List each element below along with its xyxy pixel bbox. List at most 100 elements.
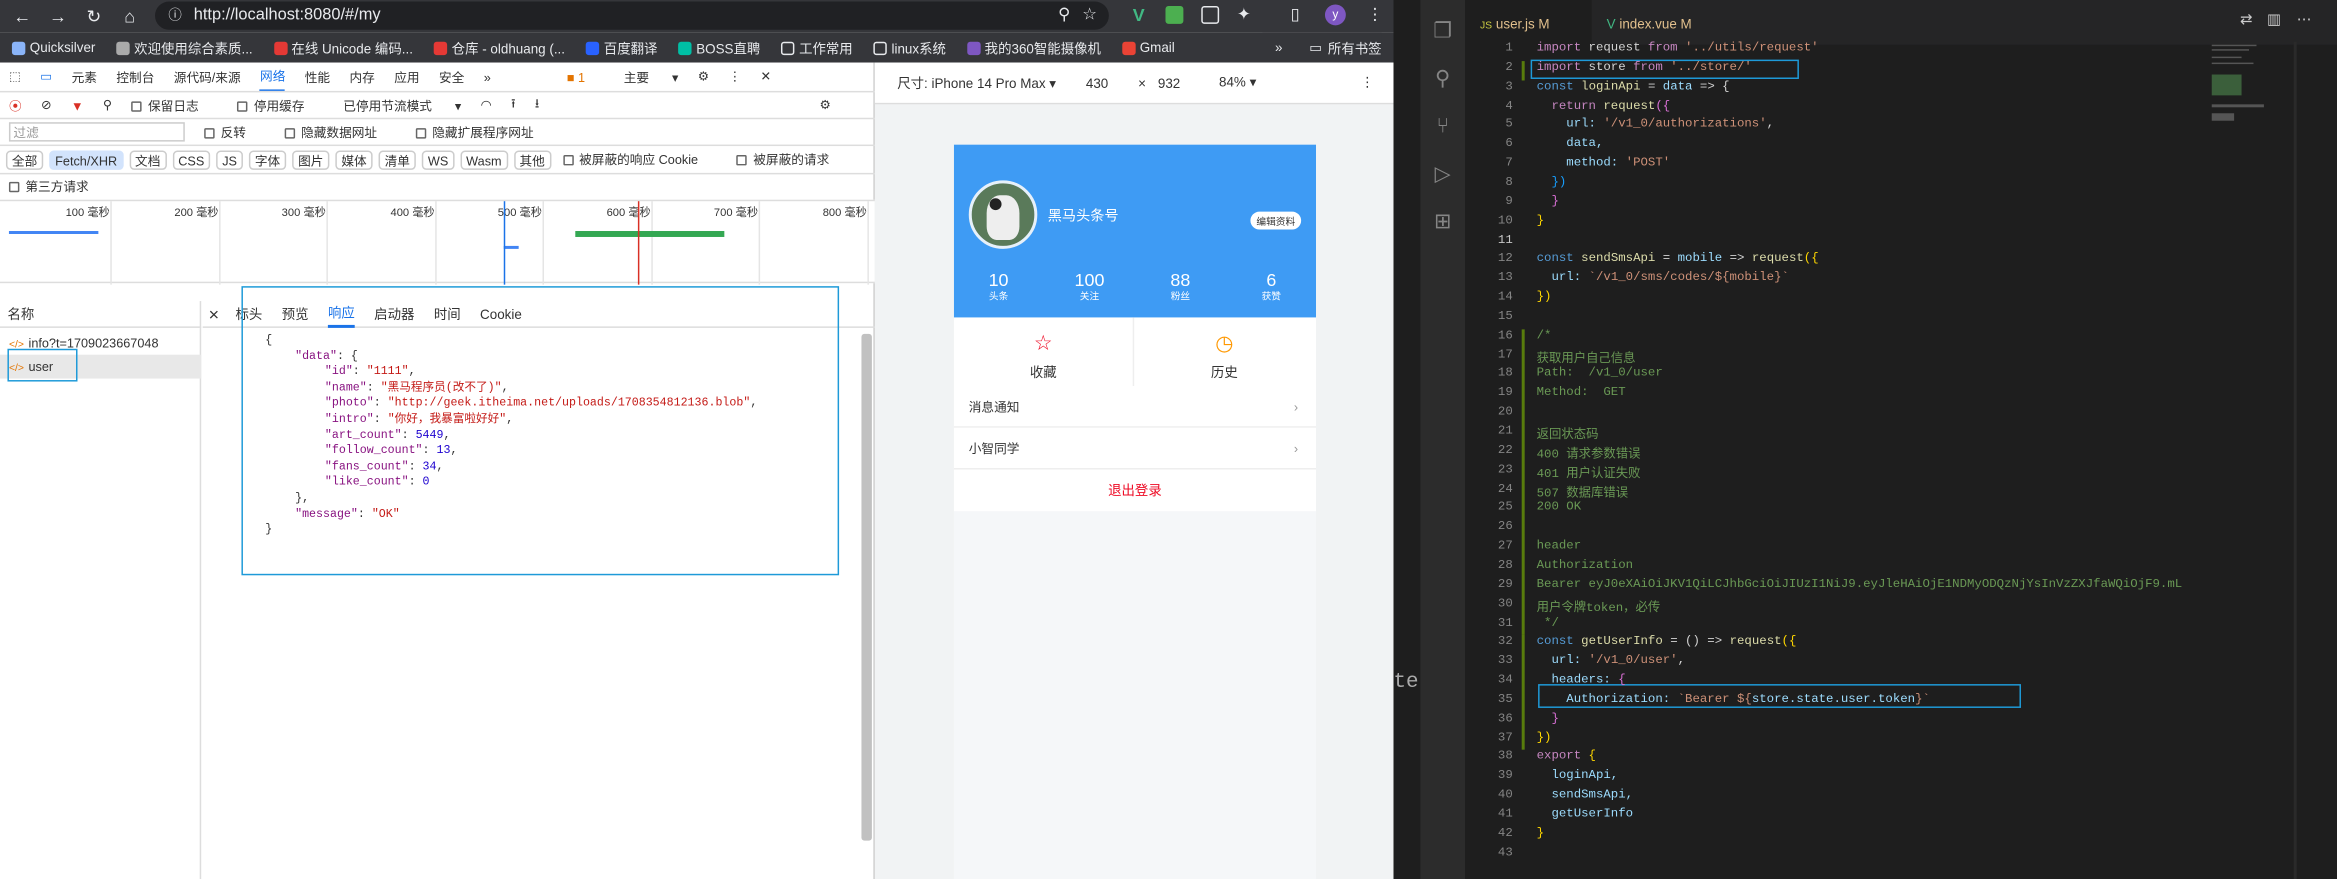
request-row-info[interactable]: </> info?t=1709023667048 — [0, 331, 201, 355]
stat-item[interactable]: 88 粉丝 — [1136, 271, 1225, 305]
inspect-icon[interactable]: ⬚ — [9, 69, 21, 85]
name-column-header[interactable]: 名称 — [0, 301, 202, 328]
upload-icon[interactable]: ⭱ — [511, 95, 515, 116]
side-panel-icon[interactable]: ▯ — [1291, 4, 1300, 24]
tab-console[interactable]: 控制台 — [116, 68, 154, 86]
device-select[interactable]: 尺寸: iPhone 14 Pro Max ▾ — [897, 73, 1056, 92]
tab-application[interactable]: 应用 — [394, 68, 419, 86]
zoom-icon[interactable]: ⚲ — [1058, 1, 1070, 29]
type-wasm[interactable]: Wasm — [460, 149, 508, 170]
source-control-icon[interactable]: ⑂ — [1431, 113, 1455, 137]
hide-extension-urls-checkbox[interactable]: 隐藏扩展程序网址 — [415, 123, 553, 141]
editor-scrollbar[interactable] — [2293, 41, 2297, 879]
avatar[interactable] — [968, 180, 1038, 249]
zoom-select[interactable]: 84% ▾ — [1219, 75, 1256, 91]
record-icon[interactable]: ⦿ — [9, 96, 22, 114]
cell-assistant[interactable]: 小智同学 › — [953, 427, 1317, 470]
bookmark-item[interactable]: 百度翻译 — [585, 38, 657, 57]
run-debug-icon[interactable]: ▷ — [1431, 161, 1455, 185]
network-settings-gear-icon[interactable]: ⚙ — [820, 97, 831, 113]
device-toggle-icon[interactable]: ▭ — [40, 69, 52, 85]
close-detail-icon[interactable]: × — [209, 303, 219, 324]
chrome-menu-icon[interactable]: ⋮ — [1367, 4, 1383, 24]
stat-item[interactable]: 10 头条 — [954, 271, 1043, 305]
compare-icon[interactable]: ⇄ — [2240, 12, 2253, 28]
tab-cookies[interactable]: Cookie — [480, 306, 522, 321]
throttle-select[interactable]: 已停用节流模式 ▾ — [343, 96, 461, 114]
extensions-icon[interactable]: ⊞ — [1431, 209, 1455, 233]
type-ws[interactable]: WS — [421, 149, 455, 170]
bookmark-item[interactable]: BOSS直聘 — [678, 38, 760, 57]
blocked-cookies-checkbox[interactable]: 被屏蔽的响应 Cookie — [562, 151, 718, 169]
response-body[interactable]: {"data": {"id": "1111", "name": "黑马程序员(改不… — [203, 334, 829, 871]
type-doc[interactable]: 文档 — [129, 149, 167, 170]
scrollbar[interactable] — [861, 333, 872, 841]
bookmark-item[interactable]: 欢迎使用综合素质... — [116, 38, 253, 57]
third-party-checkbox[interactable]: 第三方请求 — [8, 177, 108, 195]
type-media[interactable]: 媒体 — [335, 149, 373, 170]
bookmark-item[interactable]: 我的360智能摄像机 — [966, 38, 1101, 57]
bookmark-item[interactable]: Quicksilver — [11, 40, 95, 55]
cell-notifications[interactable]: 消息通知 › — [953, 386, 1317, 428]
context-select[interactable]: 主要 ▾ — [624, 68, 679, 86]
extension-icon[interactable] — [1165, 5, 1184, 24]
bookmark-folder[interactable]: linux系统 — [873, 38, 946, 57]
editor-more-icon[interactable]: ⋯ — [2297, 12, 2312, 28]
type-fetch-xhr[interactable]: Fetch/XHR — [49, 149, 124, 170]
extension-icon-2[interactable] — [1201, 5, 1220, 24]
settings-gear-icon[interactable]: ⚙ — [698, 69, 709, 85]
logout-button[interactable]: 退出登录 — [953, 469, 1317, 512]
more-tabs-button[interactable]: » — [484, 69, 491, 84]
search-icon[interactable]: ⚲ — [103, 97, 112, 113]
filter-icon[interactable]: ▼ — [71, 98, 84, 113]
tab-response[interactable]: 响应 — [327, 300, 355, 328]
type-font[interactable]: 字体 — [248, 149, 287, 170]
type-all[interactable]: 全部 — [5, 149, 44, 170]
disable-cache-checkbox[interactable]: 停用缓存 — [237, 96, 323, 114]
favorites-button[interactable]: ☆ 收藏 — [954, 317, 1135, 389]
preserve-log-checkbox[interactable]: 保留日志 — [131, 96, 218, 114]
network-timeline[interactable]: 100 毫秒 200 毫秒 300 毫秒 400 毫秒 500 毫秒 600 毫… — [0, 199, 875, 285]
bookmark-item[interactable]: 在线 Unicode 编码... — [273, 38, 413, 57]
hide-data-urls-checkbox[interactable]: 隐藏数据网址 — [284, 123, 397, 141]
issues-badge[interactable]: ■ 1 — [567, 69, 605, 84]
stat-item[interactable]: 6 获赞 — [1227, 271, 1316, 305]
tab-preview[interactable]: 预览 — [282, 304, 309, 323]
invert-checkbox[interactable]: 反转 — [204, 123, 265, 141]
tab-network[interactable]: 网络 — [260, 63, 286, 91]
tab-headers[interactable]: 标头 — [236, 304, 263, 323]
stat-item[interactable]: 100 关注 — [1045, 271, 1134, 305]
device-height[interactable]: 932 — [1158, 75, 1180, 90]
home-icon[interactable]: ⌂ — [119, 6, 140, 27]
vue-devtools-icon[interactable]: V — [1133, 4, 1145, 25]
tab-memory[interactable]: 内存 — [349, 68, 374, 86]
wifi-icon[interactable]: ◠ — [481, 97, 492, 113]
filter-input[interactable]: 过滤 — [8, 122, 185, 142]
download-icon[interactable]: ⭳ — [535, 95, 539, 116]
close-devtools-icon[interactable]: ✕ — [761, 69, 772, 85]
bookmarks-more[interactable]: » ▭ 所有书签 — [1263, 32, 1382, 63]
type-img[interactable]: 图片 — [292, 149, 330, 170]
bookmark-item[interactable]: 仓库 - oldhuang (... — [433, 38, 565, 57]
request-row-user[interactable]: </> user — [0, 354, 202, 379]
type-manifest[interactable]: 清单 — [378, 149, 416, 170]
reload-icon[interactable]: ↻ — [83, 6, 104, 27]
type-css[interactable]: CSS — [172, 149, 211, 170]
tab-elements[interactable]: 元素 — [72, 68, 97, 86]
forward-icon[interactable]: → — [48, 6, 69, 27]
tab-initiator[interactable]: 启动器 — [374, 304, 414, 323]
bookmark-star-icon[interactable]: ☆ — [1082, 1, 1097, 29]
bookmark-item[interactable]: Gmail — [1121, 40, 1175, 55]
back-icon[interactable]: ← — [12, 6, 33, 27]
edit-profile-button[interactable]: 编辑资料 — [1250, 211, 1302, 230]
address-bar[interactable]: ⓘ http://localhost:8080/#/my ⚲ ☆ — [155, 1, 1109, 30]
type-js[interactable]: JS — [216, 149, 243, 170]
site-info-icon[interactable]: ⓘ — [168, 1, 181, 29]
blocked-requests-checkbox[interactable]: 被屏蔽的请求 — [736, 151, 849, 169]
tab-sources[interactable]: 源代码/来源 — [174, 68, 241, 86]
search-icon[interactable]: ⚲ — [1431, 66, 1455, 90]
explorer-icon[interactable]: ❐ — [1431, 18, 1455, 42]
bookmark-folder[interactable]: 工作常用 — [781, 38, 853, 57]
type-other[interactable]: 其他 — [513, 149, 551, 170]
extensions-puzzle-icon[interactable]: ✦ — [1237, 4, 1251, 24]
